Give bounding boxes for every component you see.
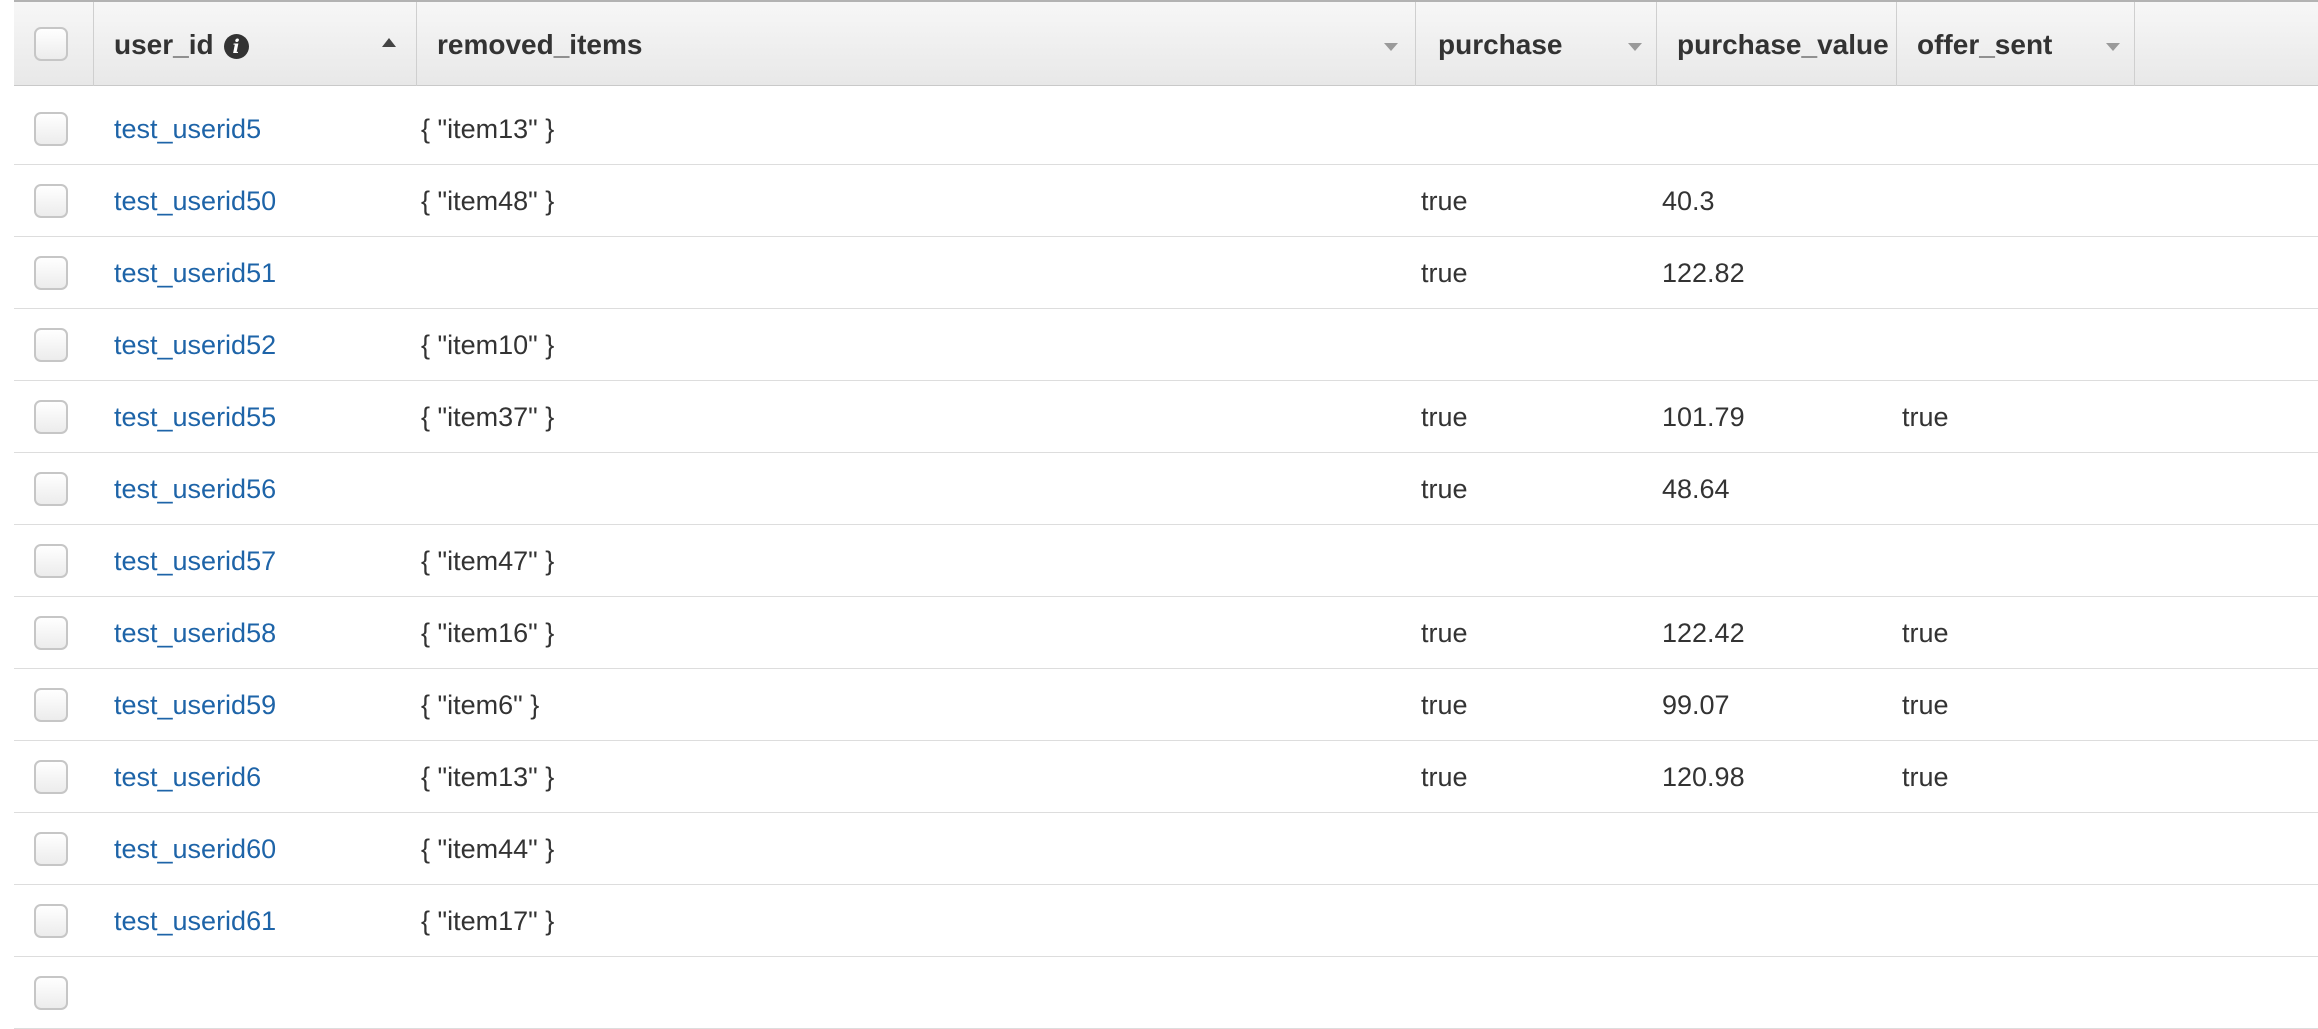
column-label-purchase: purchase <box>1438 29 1563 60</box>
column-header-removed-items[interactable]: removed_items <box>417 2 1416 86</box>
table-row[interactable]: test_userid55 { "item37" } true 101.79 true <box>14 381 2318 453</box>
user-id-link[interactable]: test_userid51 <box>114 258 276 289</box>
offer-sent-cell: true <box>1902 402 1949 432</box>
chevron-down-icon[interactable] <box>2106 43 2120 51</box>
removed-items-cell: { "item16" } <box>421 618 555 648</box>
table-row[interactable] <box>14 957 2318 1029</box>
table-row[interactable]: test_userid58 { "item16" } true 122.42 true <box>14 597 2318 669</box>
user-id-link[interactable]: test_userid55 <box>114 402 276 433</box>
select-all-checkbox[interactable] <box>34 27 68 61</box>
user-id-link[interactable]: test_userid50 <box>114 186 276 217</box>
removed-items-cell: { "item37" } <box>421 402 555 432</box>
row-checkbox[interactable] <box>34 256 68 290</box>
user-id-link[interactable]: test_userid57 <box>114 546 276 577</box>
removed-items-cell: { "item17" } <box>421 906 555 936</box>
table-row[interactable]: test_userid6 { "item13" } true 120.98 true <box>14 741 2318 813</box>
table-row[interactable]: test_userid51 true 122.82 <box>14 237 2318 309</box>
table-row[interactable]: test_userid61 { "item17" } <box>14 885 2318 957</box>
row-checkbox[interactable] <box>34 400 68 434</box>
purchase-cell: true <box>1421 258 1468 288</box>
user-id-link[interactable]: test_userid6 <box>114 762 261 793</box>
purchase-value-cell: 120.98 <box>1662 762 1745 792</box>
info-icon[interactable]: i <box>223 34 249 59</box>
purchase-cell: true <box>1421 618 1468 648</box>
table-row[interactable]: test_userid60 { "item44" } <box>14 813 2318 885</box>
table-row[interactable]: test_userid50 { "item48" } true 40.3 <box>14 165 2318 237</box>
chevron-down-icon[interactable] <box>1628 43 1642 51</box>
purchase-value-cell: 122.42 <box>1662 618 1745 648</box>
removed-items-cell: { "item48" } <box>421 186 555 216</box>
purchase-cell: true <box>1421 762 1468 792</box>
row-checkbox[interactable] <box>34 976 68 1010</box>
user-id-link[interactable]: test_userid56 <box>114 474 276 505</box>
column-header-purchase-value[interactable]: purchase_value <box>1657 2 1897 86</box>
offer-sent-cell: true <box>1902 690 1949 720</box>
column-header-user-id[interactable]: user_id i <box>94 2 417 86</box>
user-id-link[interactable]: test_userid52 <box>114 330 276 361</box>
removed-items-cell: { "item10" } <box>421 330 555 360</box>
row-checkbox[interactable] <box>34 688 68 722</box>
user-id-link[interactable]: test_userid59 <box>114 690 276 721</box>
table-row[interactable]: test_userid56 true 48.64 <box>14 453 2318 525</box>
purchase-cell: true <box>1421 186 1468 216</box>
table-row[interactable]: test_userid5 { "item13" } <box>14 93 2318 165</box>
purchase-cell: true <box>1421 402 1468 432</box>
user-id-link[interactable]: test_userid58 <box>114 618 276 649</box>
user-id-label-text: user_id <box>114 29 214 60</box>
table-header: user_id i removed_items purchase purchase… <box>14 0 2318 86</box>
row-checkbox[interactable] <box>34 544 68 578</box>
row-checkbox[interactable] <box>34 472 68 506</box>
purchase-value-cell: 99.07 <box>1662 690 1730 720</box>
chevron-down-icon[interactable] <box>1384 43 1398 51</box>
purchase-cell: true <box>1421 474 1468 504</box>
column-header-offer-sent[interactable]: offer_sent <box>1897 2 2135 86</box>
column-label-removed-items: removed_items <box>437 29 643 60</box>
removed-items-cell: { "item6" } <box>421 690 540 720</box>
table-row[interactable]: test_userid57 { "item47" } <box>14 525 2318 597</box>
sort-ascending-icon[interactable] <box>382 38 396 47</box>
removed-items-cell: { "item13" } <box>421 762 555 792</box>
table-row[interactable]: test_userid59 { "item6" } true 99.07 true <box>14 669 2318 741</box>
row-checkbox[interactable] <box>34 904 68 938</box>
offer-sent-cell: true <box>1902 762 1949 792</box>
purchase-value-cell: 101.79 <box>1662 402 1745 432</box>
column-label-user-id: user_id i <box>114 29 249 61</box>
removed-items-cell: { "item47" } <box>421 546 555 576</box>
row-checkbox[interactable] <box>34 832 68 866</box>
user-id-link[interactable]: test_userid61 <box>114 906 276 937</box>
user-id-link[interactable]: test_userid60 <box>114 834 276 865</box>
purchase-cell: true <box>1421 690 1468 720</box>
offer-sent-cell: true <box>1902 618 1949 648</box>
row-checkbox[interactable] <box>34 328 68 362</box>
removed-items-cell: { "item13" } <box>421 114 555 144</box>
column-label-offer-sent: offer_sent <box>1917 29 2053 60</box>
table-row[interactable]: test_userid52 { "item10" } <box>14 309 2318 381</box>
purchase-value-cell: 122.82 <box>1662 258 1745 288</box>
select-all-cell <box>14 2 94 86</box>
column-label-purchase-value: purchase_value <box>1677 29 1889 60</box>
user-id-link[interactable]: test_userid5 <box>114 114 261 145</box>
purchase-value-cell: 48.64 <box>1662 474 1730 504</box>
row-checkbox[interactable] <box>34 184 68 218</box>
row-checkbox[interactable] <box>34 616 68 650</box>
purchase-value-cell: 40.3 <box>1662 186 1715 216</box>
column-header-purchase[interactable]: purchase <box>1416 2 1657 86</box>
row-checkbox[interactable] <box>34 760 68 794</box>
row-checkbox[interactable] <box>34 112 68 146</box>
items-table: user_id i removed_items purchase purchase… <box>14 0 2318 1029</box>
removed-items-cell: { "item44" } <box>421 834 555 864</box>
